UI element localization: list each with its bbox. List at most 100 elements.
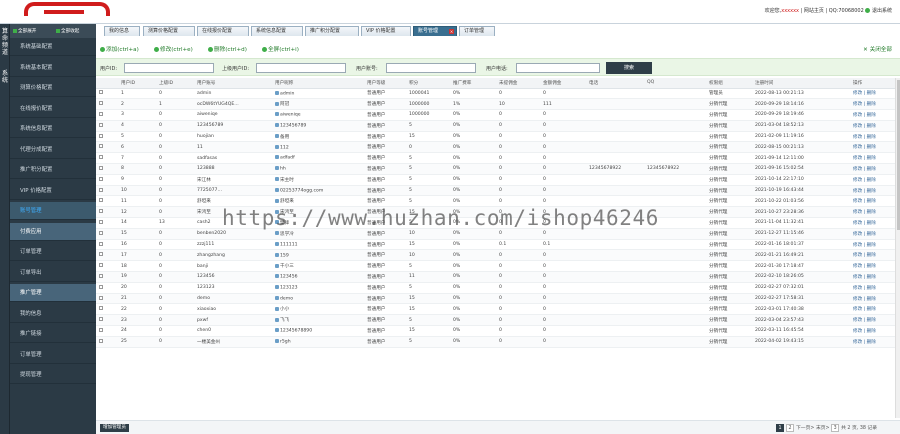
row-actions[interactable]: 修改 | 删除 <box>853 135 876 140</box>
table-cell[interactable]: 修改 | 删除 <box>850 120 900 132</box>
search-button[interactable]: 搜索 <box>606 62 652 74</box>
column-header[interactable]: 注册时间 <box>752 78 850 89</box>
table-cell[interactable]: 修改 | 删除 <box>850 314 900 327</box>
sidebar-item[interactable]: 代理分成配置 <box>10 141 96 159</box>
row-actions[interactable]: 修改 | 删除 <box>853 145 876 150</box>
tab-system-info[interactable]: 系统信息配置 <box>251 26 303 36</box>
account-input[interactable] <box>386 63 476 73</box>
home-link[interactable]: | 网站主页 | <box>801 8 828 14</box>
row-checkbox[interactable] <box>99 252 103 257</box>
table-row[interactable]: 25 0 一楼美金州 r5gh 普通用户 5 0% 0 0 分销代理 2022-04-02 19:4… <box>96 336 900 348</box>
expand-all-button[interactable]: 全部展开 <box>13 28 36 34</box>
userid-input[interactable] <box>124 63 214 73</box>
table-cell[interactable]: 修改 | 删除 <box>850 249 900 262</box>
fullscreen-button[interactable]: 全屏(ctrl+i) <box>262 45 299 53</box>
table-cell[interactable]: 修改 | 删除 <box>850 206 900 219</box>
table-cell[interactable]: 修改 | 删除 <box>850 239 900 251</box>
row-actions[interactable]: 修改 | 删除 <box>853 178 876 183</box>
sidebar-item[interactable]: 推广积分配置 <box>10 161 96 179</box>
row-checkbox[interactable] <box>99 133 103 138</box>
sidebar-item[interactable]: 提现管理 <box>10 366 96 384</box>
column-header[interactable]: 权限组 <box>706 78 752 89</box>
row-checkbox[interactable] <box>99 306 103 311</box>
table-row[interactable]: 24 0 chen0 12345678890 普通用户 15 0% 0 0 分销代理 2022-03… <box>96 325 900 337</box>
page-1-button[interactable]: 1 <box>776 424 784 432</box>
table-row[interactable]: 1 0 admin admin 普通用户 1000041 0% 0 0 管理员 2022-08-13… <box>96 88 900 100</box>
tab-my-info[interactable]: 我的信息 <box>104 26 140 36</box>
row-actions[interactable]: 修改 | 删除 <box>853 253 876 258</box>
table-cell[interactable]: 修改 | 删除 <box>850 293 900 305</box>
table-row[interactable]: 8 0 123888 hh 普通用户 5 0% 0 0 12345678922 1234567892… <box>96 163 900 175</box>
table-row[interactable]: 5 0 huojian 备用 普通用户 15 0% 0 0 分销代理 2021-02-09 11:1… <box>96 131 900 143</box>
row-checkbox[interactable] <box>99 111 103 116</box>
table-row[interactable]: 18 0 banji 干小三 普通用户 5 0% 0 0 分销代理 2022-01-30 17:18… <box>96 260 900 273</box>
table-cell[interactable]: 修改 | 删除 <box>850 228 900 240</box>
row-actions[interactable]: 修改 | 删除 <box>853 210 876 215</box>
table-row[interactable]: 9 0 宋江林 宋主时 普通用户 5 0% 0 0 分销代理 2021-10-14 22:17:10… <box>96 174 900 186</box>
row-actions[interactable]: 修改 | 删除 <box>853 286 876 291</box>
sidebar-item[interactable]: 在线报价配置 <box>10 100 96 118</box>
column-header[interactable]: 用户等级 <box>364 78 406 89</box>
row-actions[interactable]: 修改 | 删除 <box>853 297 876 302</box>
row-actions[interactable]: 修改 | 删除 <box>853 307 876 312</box>
row-actions[interactable]: 修改 | 删除 <box>853 340 876 345</box>
row-checkbox[interactable] <box>99 295 103 300</box>
column-header[interactable]: 电话 <box>586 78 644 89</box>
close-icon[interactable]: × <box>449 29 454 34</box>
sidebar-item[interactable]: 推广管理 <box>10 284 96 302</box>
table-row[interactable]: 11 0 舒坦来 舒坦来 普通用户 5 0% 0 0 分销代理 2021-10-22 01:03:5… <box>96 195 900 208</box>
sidebar-item[interactable]: VIP 价格配置 <box>10 182 96 200</box>
table-row[interactable]: 16 0 zzzj111 111111 普通用户 15 0% 0.1 0.1 分销代理 2022-0… <box>96 239 900 251</box>
sidebar-item[interactable]: 我的信息 <box>10 305 96 323</box>
row-actions[interactable]: 修改 | 删除 <box>853 275 876 280</box>
table-row[interactable]: 17 0 zhangzhang 159 普通用户 10 0% 0 0 分销代理 2022-01-21… <box>96 249 900 262</box>
row-actions[interactable]: 修改 | 删除 <box>853 102 876 107</box>
edit-button[interactable]: 修改(ctrl+e) <box>154 45 193 53</box>
tab-vip-price[interactable]: VIP 价格配置 <box>361 26 411 36</box>
vertical-scrollbar[interactable] <box>895 78 900 418</box>
tab-price-config[interactable]: 测算价格配置 <box>143 26 195 36</box>
column-header[interactable]: 用户昵称 <box>272 78 364 89</box>
row-actions[interactable]: 修改 | 删除 <box>853 243 876 248</box>
table-row[interactable]: 21 0 demo demo 普通用户 15 0% 0 0 分销代理 2022-02-27 17:5… <box>96 293 900 305</box>
column-header[interactable]: QQ <box>644 78 706 89</box>
page-jump-box[interactable]: 3 <box>831 424 840 432</box>
table-cell[interactable]: 修改 | 删除 <box>850 282 900 294</box>
sidebar-item[interactable]: 订单管理 <box>10 243 96 261</box>
column-header[interactable]: 推广费率 <box>450 78 496 89</box>
row-checkbox[interactable] <box>99 90 103 95</box>
sidebar-item[interactable]: 系统基本配置 <box>10 59 96 77</box>
last-page-link[interactable]: 末页> <box>816 426 830 431</box>
sidebar-item[interactable]: 账号管理 <box>10 202 96 220</box>
row-actions[interactable]: 修改 | 删除 <box>853 221 876 226</box>
sidebar-item[interactable]: 推广链接 <box>10 325 96 343</box>
row-actions[interactable]: 修改 | 删除 <box>853 232 876 237</box>
row-checkbox[interactable] <box>99 317 103 322</box>
collapse-all-button[interactable]: 全部收起 <box>56 28 79 34</box>
table-cell[interactable]: 修改 | 删除 <box>850 152 900 165</box>
row-actions[interactable]: 修改 | 删除 <box>853 199 876 204</box>
row-actions[interactable]: 修改 | 删除 <box>853 264 876 269</box>
column-header[interactable]: 金额佣金 <box>540 78 586 89</box>
table-cell[interactable]: 修改 | 删除 <box>850 260 900 273</box>
table-cell[interactable]: 修改 | 删除 <box>850 325 900 337</box>
phone-input[interactable] <box>516 63 600 73</box>
add-button[interactable]: 添加(ctrl+a) <box>100 45 139 53</box>
row-checkbox[interactable] <box>99 284 103 289</box>
table-cell[interactable]: 修改 | 删除 <box>850 98 900 111</box>
row-checkbox[interactable] <box>99 327 103 332</box>
table-cell[interactable]: 修改 | 删除 <box>850 185 900 197</box>
tab-promo-points[interactable]: 推广积分配置 <box>305 26 359 36</box>
sidebar-item[interactable]: 系统信息配置 <box>10 120 96 138</box>
sidebar-item[interactable]: 订单导出 <box>10 264 96 282</box>
table-row[interactable]: 12 0 宋鸿至 宋鸿至 普通用户 15 0% 0 0 分销代理 2021-10-27 23:28:… <box>96 206 900 219</box>
tab-order-mgmt[interactable]: 订单管理 <box>459 26 495 36</box>
delete-button[interactable]: 删除(ctrl+d) <box>208 45 247 53</box>
table-cell[interactable]: 修改 | 删除 <box>850 336 900 348</box>
row-checkbox[interactable] <box>99 165 103 170</box>
table-row[interactable]: 7 0 sadfasas adfadf 普通用户 5 0% 0 0 分销代理 2021-09-14 … <box>96 152 900 165</box>
table-cell[interactable]: 修改 | 删除 <box>850 217 900 229</box>
row-actions[interactable]: 修改 | 删除 <box>853 113 876 118</box>
row-actions[interactable]: 修改 | 删除 <box>853 91 876 96</box>
row-checkbox[interactable] <box>99 122 103 127</box>
